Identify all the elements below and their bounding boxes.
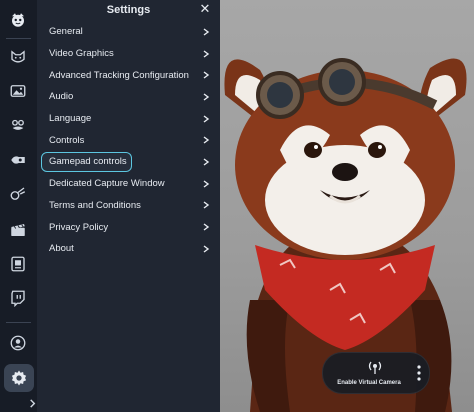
rail-divider: [6, 38, 31, 39]
media-icon[interactable]: [6, 252, 30, 276]
chevron-right-icon: [203, 136, 210, 144]
settings-title: Settings: [106, 4, 151, 16]
chevron-right-icon: [203, 158, 210, 166]
chevron-right-icon: [30, 399, 36, 408]
menu-item-label: About: [49, 243, 74, 255]
chevron-right-icon: [203, 201, 210, 209]
enable-virtual-camera-button[interactable]: Enable Virtual Camera: [322, 352, 430, 394]
chevron-right-icon: [203, 115, 210, 123]
clapperboard-icon[interactable]: [6, 218, 30, 242]
menu-item-label: Audio: [49, 91, 74, 103]
menu-item-dedicated-capture-window[interactable]: Dedicated Capture Window: [37, 173, 220, 195]
gear-icon: [11, 370, 27, 386]
menu-item-label: Advanced Tracking Configuration: [49, 69, 189, 81]
image-icon[interactable]: [6, 79, 30, 103]
close-icon[interactable]: ✕: [198, 2, 212, 16]
chevron-right-icon: [203, 245, 210, 253]
avatar-icon[interactable]: [6, 45, 30, 69]
settings-menu: General Video Graphics Advanced Tracking…: [37, 21, 220, 260]
settings-gear-button[interactable]: [4, 364, 34, 392]
menu-item-gamepad-controls[interactable]: Gamepad controls: [37, 151, 220, 173]
red-panda-avatar: [224, 58, 467, 412]
app-logo-icon[interactable]: [6, 8, 30, 32]
chevron-right-icon: [203, 28, 210, 36]
menu-item-label: Terms and Conditions: [49, 199, 141, 211]
chevron-right-icon: [203, 223, 210, 231]
menu-item-language[interactable]: Language: [37, 108, 220, 130]
menu-item-general[interactable]: General: [37, 21, 220, 43]
broadcast-icon: [368, 361, 382, 374]
menu-item-label: General: [49, 26, 83, 38]
chevron-right-icon: [203, 71, 210, 79]
rail-divider: [6, 322, 31, 323]
settings-panel: Settings ✕ General Video Graphics Advanc…: [37, 0, 220, 412]
settings-header: Settings ✕: [37, 0, 220, 22]
animation-icon[interactable]: [6, 148, 30, 172]
menu-item-about[interactable]: About: [37, 238, 220, 260]
mask-icon[interactable]: [6, 113, 30, 137]
menu-item-advanced-tracking[interactable]: Advanced Tracking Configuration: [37, 64, 220, 86]
menu-item-label: Dedicated Capture Window: [49, 178, 165, 190]
menu-item-label: Privacy Policy: [49, 221, 109, 233]
camera-preview: Enable Virtual Camera: [220, 0, 474, 412]
menu-item-controls[interactable]: Controls: [37, 129, 220, 151]
menu-item-video-graphics[interactable]: Video Graphics: [37, 43, 220, 65]
twitch-icon[interactable]: [6, 286, 30, 310]
menu-item-audio[interactable]: Audio: [37, 86, 220, 108]
enable-virtual-camera-label: Enable Virtual Camera: [337, 380, 401, 386]
chevron-right-icon: [203, 93, 210, 101]
menu-item-label: Video Graphics: [49, 48, 114, 60]
menu-item-label: Controls: [49, 134, 85, 146]
props-icon[interactable]: [6, 182, 30, 206]
chevron-right-icon: [203, 180, 210, 188]
menu-item-terms-and-conditions[interactable]: Terms and Conditions: [37, 195, 220, 217]
menu-item-label: Gamepad controls: [49, 156, 127, 168]
menu-item-privacy-policy[interactable]: Privacy Policy: [37, 216, 220, 238]
more-options-icon[interactable]: [417, 365, 421, 381]
profile-icon[interactable]: [6, 331, 30, 355]
chevron-right-icon: [203, 49, 210, 58]
menu-item-label: Language: [49, 113, 92, 125]
expand-rail-button[interactable]: [0, 395, 37, 412]
icon-rail: [0, 0, 37, 412]
